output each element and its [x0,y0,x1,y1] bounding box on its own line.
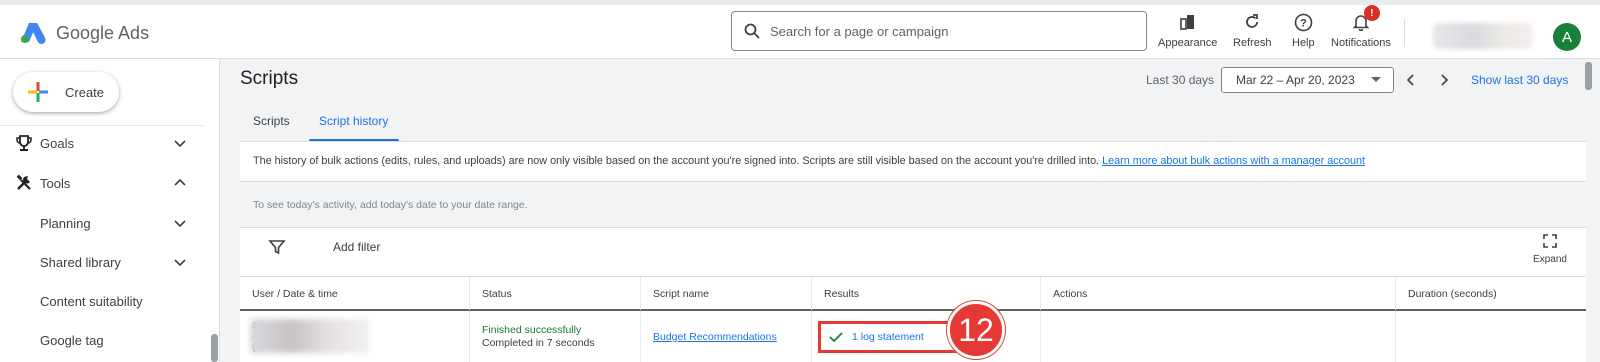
column-header-user-date[interactable]: User / Date & time [240,277,470,310]
redaction-blur [250,319,370,353]
chevron-down-icon [174,220,186,228]
search-placeholder: Search for a page or campaign [770,23,949,39]
expand-button[interactable]: Expand [1530,234,1570,265]
expand-icon [1543,234,1557,248]
column-header-status[interactable]: Status [470,277,641,310]
help-button[interactable]: ? Help [1292,11,1315,49]
cell-duration [1396,311,1586,362]
trophy-icon [14,133,34,153]
show-last-30-days-link[interactable]: Show last 30 days [1471,73,1568,87]
top-bar: Google Ads Search for a page or campaign… [0,0,1600,59]
bulk-actions-notice: The history of bulk actions (edits, rule… [240,142,1586,182]
chevron-down-icon [174,140,186,148]
column-header-script-name[interactable]: Script name [641,277,812,310]
refresh-label: Refresh [1233,37,1272,49]
column-header-actions[interactable]: Actions [1041,277,1396,310]
next-period-button[interactable] [1434,70,1454,90]
tab-script-history[interactable]: Script history [319,114,388,128]
learn-more-link[interactable]: Learn more about bulk actions with a man… [1102,155,1365,167]
date-range-hint: To see today's activity, add today's dat… [253,199,528,211]
sidebar-item-content-suitability[interactable]: Content suitability [0,283,200,319]
chevron-down-icon [174,259,186,267]
sidebar-item-label: Shared library [40,254,121,270]
notifications-label: Notifications [1331,37,1391,49]
sidebar-item-planning[interactable]: Planning [0,205,200,241]
sidebar-item-goals[interactable]: Goals [0,125,200,161]
table-header: User / Date & time Status Script name Re… [240,276,1586,311]
script-history-table: Add filter Expand User / Date & time Sta… [240,227,1586,362]
sidebar-item-shared-library[interactable]: Shared library [0,244,200,280]
svg-text:?: ? [1300,17,1307,29]
page-title: Scripts [240,68,299,89]
notification-badge: ! [1363,5,1380,21]
tab-scripts[interactable]: Scripts [253,114,290,128]
expand-label: Expand [1533,254,1567,265]
sidebar-item-label: Planning [40,215,91,231]
search-icon [744,23,760,39]
status-value: Finished successfully [482,324,582,336]
status-text: Finished successfully Completed in 7 sec… [482,324,595,350]
help-icon: ? [1292,11,1314,33]
account-name-redacted[interactable] [1433,23,1533,49]
notifications-button[interactable]: ! Notifications [1331,5,1391,49]
google-ads-logo-icon [21,23,46,45]
checkmark-icon [829,332,843,343]
dropdown-caret-icon [1371,77,1381,82]
help-label: Help [1292,37,1315,49]
sidebar-item-label: Goals [40,135,74,151]
chevron-left-icon [1406,74,1414,86]
notice-text: The history of bulk actions (edits, rule… [253,155,1100,167]
appearance-label: Appearance [1158,37,1218,49]
create-button[interactable]: Create [13,72,119,112]
sidebar-item-tools[interactable]: Tools [0,165,200,201]
plus-icon [28,82,48,102]
date-range-select[interactable]: Mar 22 – Apr 20, 2023 [1221,67,1394,93]
toolbar-divider [1404,19,1405,47]
sidebar-item-google-tag[interactable]: Google tag [0,322,200,358]
chevron-right-icon [1441,74,1449,86]
step-number-badge: 12 [947,301,1005,359]
script-name-link[interactable]: Budget Recommendations [653,331,777,343]
appearance-button[interactable]: Appearance [1158,11,1217,49]
log-statement-link[interactable]: 1 log statement [852,331,924,343]
column-header-duration[interactable]: Duration (seconds) [1396,277,1586,310]
previous-period-button[interactable] [1401,70,1421,90]
search-input[interactable]: Search for a page or campaign [731,11,1147,51]
sidebar-item-label: Content suitability [40,293,143,309]
add-filter-button[interactable]: Add filter [333,240,380,254]
sidebar-item-label: Tools [40,175,71,191]
status-detail: Completed in 7 seconds [482,337,595,349]
highlighted-result: 1 log statement [818,321,968,353]
avatar[interactable]: A [1553,23,1581,51]
main-scrollbar[interactable] [1585,62,1592,90]
tools-icon [14,173,34,193]
bell-icon: ! [1350,5,1380,33]
cell-script-name: Budget Recommendations [641,311,812,362]
sidebar-item-label: Google tag [40,332,104,348]
app-name: Google Ads [56,22,150,43]
google-ads-logo[interactable]: Google Ads [20,21,149,45]
date-range-label: Last 30 days [1146,73,1215,87]
table-row: a A ( Finished successfully Completed in… [240,311,1586,362]
chevron-up-icon [174,178,186,186]
cell-actions [1041,311,1396,362]
appearance-icon [1177,11,1199,33]
refresh-button[interactable]: Refresh [1233,11,1272,49]
filter-icon[interactable] [268,238,286,256]
refresh-icon [1241,11,1263,33]
cell-user-date: a A ( [240,311,470,362]
sidebar-scrollbar[interactable] [211,334,218,362]
sidebar: Create Goals Tools Planning Shared libra… [0,59,220,362]
cell-results: 1 log statement [812,311,1041,362]
date-range-value: Mar 22 – Apr 20, 2023 [1236,73,1355,87]
column-header-results[interactable]: Results [812,277,1041,310]
cell-status: Finished successfully Completed in 7 sec… [470,311,641,362]
create-label: Create [65,84,105,100]
